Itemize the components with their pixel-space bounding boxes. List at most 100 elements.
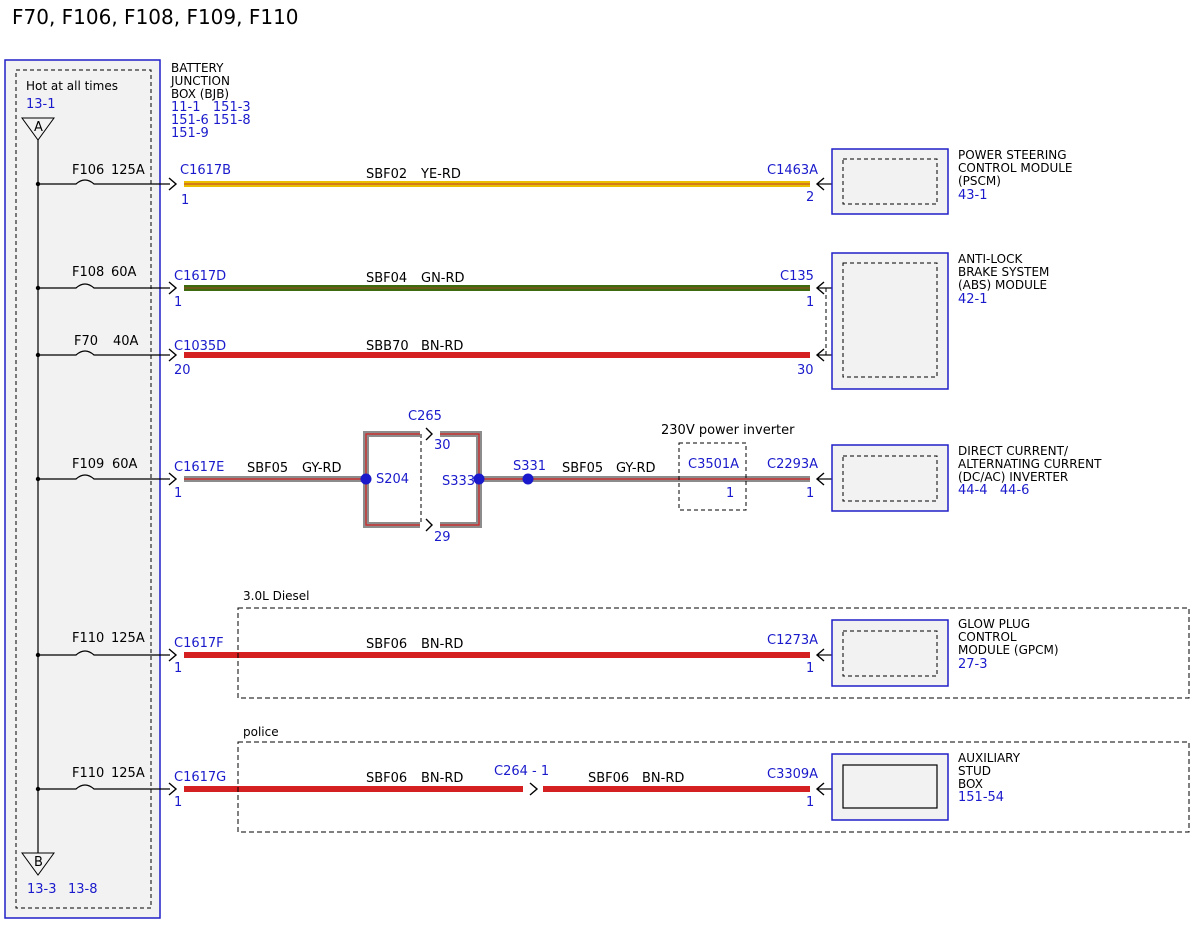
from-connector-c1617g: C1617G [174,770,226,785]
module-name-line: (DC/AC) INVERTER [958,470,1068,484]
inverter-label: 230V power inverter [661,423,795,438]
wire-sbf06-police-b [543,786,810,792]
to-pin: 1 [806,661,814,676]
circuit-color: GN-RD [421,271,465,286]
fuse-name: F110 [72,766,104,781]
from-connector-c1617f: C1617F [174,636,224,651]
bjb-name-line-2: JUNCTION [170,74,230,88]
connector-chevron [168,177,178,191]
module-name-line: STUD [958,764,991,778]
to-pin: 2 [806,190,814,205]
to-connector-c135: C135 [780,269,814,284]
wire-sbf06-police-a [184,786,523,792]
splice-s333-dot [473,473,485,485]
wiring-diagram: F70, F106, F108, F109, F110 Hot at all t… [4,5,1190,919]
module-name-line: (PSCM) [958,174,1001,188]
from-pin: 1 [174,295,182,310]
module-gpcm: GLOW PLUG CONTROL MODULE (GPCM) 27-3 [831,617,1059,687]
to-connector-c1463a: C1463A [767,163,818,178]
splice-s333-label: S333 [442,474,475,489]
inverter-pin: 1 [726,486,734,501]
page-title: F70, F106, F108, F109, F110 [12,5,299,29]
module-abs: ANTI-LOCK BRAKE SYSTEM (ABS) MODULE 42-1 [831,252,1049,390]
c264-label: C264 - 1 [494,764,549,779]
fuse-name: F70 [74,334,98,349]
module-name-line: POWER STEERING [958,148,1067,162]
splice-s331-label: S331 [513,459,546,474]
module-name-line: BOX [958,777,983,791]
circuit-number: SBF04 [366,271,407,286]
node-a-label: A [34,120,43,135]
module-pscm: POWER STEERING CONTROL MODULE (PSCM) 43-… [831,148,1073,215]
module-aux-stud-box: AUXILIARY STUD BOX 151-54 [831,751,1021,821]
module-name-line: CONTROL [958,630,1017,644]
module-name-line: AUXILIARY [958,751,1021,765]
police-option-label: police [243,725,279,739]
fuse-rating: 125A [111,766,145,781]
bottom-ref-1: 13-3 [27,882,57,897]
module-name-line: CONTROL MODULE [958,161,1073,175]
module-name-line: DIRECT CURRENT/ [958,444,1069,458]
to-pin: 30 [797,363,814,378]
c265-pin-30: 30 [434,438,451,453]
hot-ref: 13-1 [26,97,56,112]
module-name-line: (ABS) MODULE [958,278,1047,292]
to-connector-c2293a: C2293A [767,457,818,472]
circuit-number: SBB70 [366,339,409,354]
fuse-name: F108 [72,265,104,280]
fuse-rating: 125A [111,163,145,178]
node-b-label: B [34,855,43,870]
circuit-color-after-splice: GY-RD [616,461,656,476]
from-connector-c1035d: C1035D [174,339,226,354]
circuit-color: BN-RD [421,771,463,786]
splice-s204-label: S204 [376,472,409,487]
circuit-number: SBF02 [366,167,407,182]
to-connector-c3309a: C3309A [767,767,818,782]
c265-chevron-top [425,427,433,441]
fuse-rating: 60A [112,457,138,472]
wire-sbf06-gpcm [184,652,810,658]
fuse-rating: 60A [111,265,137,280]
to-pin: 1 [806,295,814,310]
to-pin: 1 [806,795,814,810]
module-dcac-inverter: DIRECT CURRENT/ ALTERNATING CURRENT (DC/… [831,444,1102,512]
inverter-connector-label: C3501A [688,457,739,472]
module-name-line: MODULE (GPCM) [958,643,1059,657]
circuit-number-after-splice: SBF05 [562,461,603,476]
module-ref: 42-1 [958,292,988,307]
fuse-name: F110 [72,631,104,646]
from-connector-c1617e: C1617E [174,460,224,475]
module-box [831,252,949,390]
from-connector-c1617d: C1617D [174,269,226,284]
bottom-ref-2: 13-8 [68,882,98,897]
fuse-name: F106 [72,163,104,178]
bjb-refs-line-3: 151-9 [171,126,209,141]
circuit-color: GY-RD [302,461,342,476]
bjb-name-line-3: BOX (BJB) [171,87,229,101]
module-name-line: ANTI-LOCK [958,252,1023,266]
c265-chevron-bottom [425,518,433,532]
module-name-line: BRAKE SYSTEM [958,265,1049,279]
wire-sbb70 [184,352,810,358]
from-pin: 1 [174,486,182,501]
c264-chevron [529,782,539,796]
circuit-color: YE-RD [420,167,461,182]
module-ref: 44-4 44-6 [958,483,1029,498]
module-ref: 43-1 [958,188,988,203]
module-ref: 151-54 [958,790,1004,805]
from-connector-c1617b: C1617B [180,163,231,178]
to-connector-c1273a: C1273A [767,633,818,648]
fuse-name: F109 [72,457,104,472]
circuit-number: SBF06 [366,637,407,652]
fuse-rating: 125A [111,631,145,646]
module-inner-box-solid [842,764,938,809]
from-pin: 1 [181,193,189,208]
to-pin: 1 [806,486,814,501]
circuit-number: SBF05 [247,461,288,476]
splice-s331-dot [522,473,534,485]
from-pin: 1 [174,661,182,676]
from-pin: 1 [174,795,182,810]
hot-at-all-times-label: Hot at all times [26,79,118,93]
module-ref: 27-3 [958,657,988,672]
module-name-line: ALTERNATING CURRENT [958,457,1102,471]
